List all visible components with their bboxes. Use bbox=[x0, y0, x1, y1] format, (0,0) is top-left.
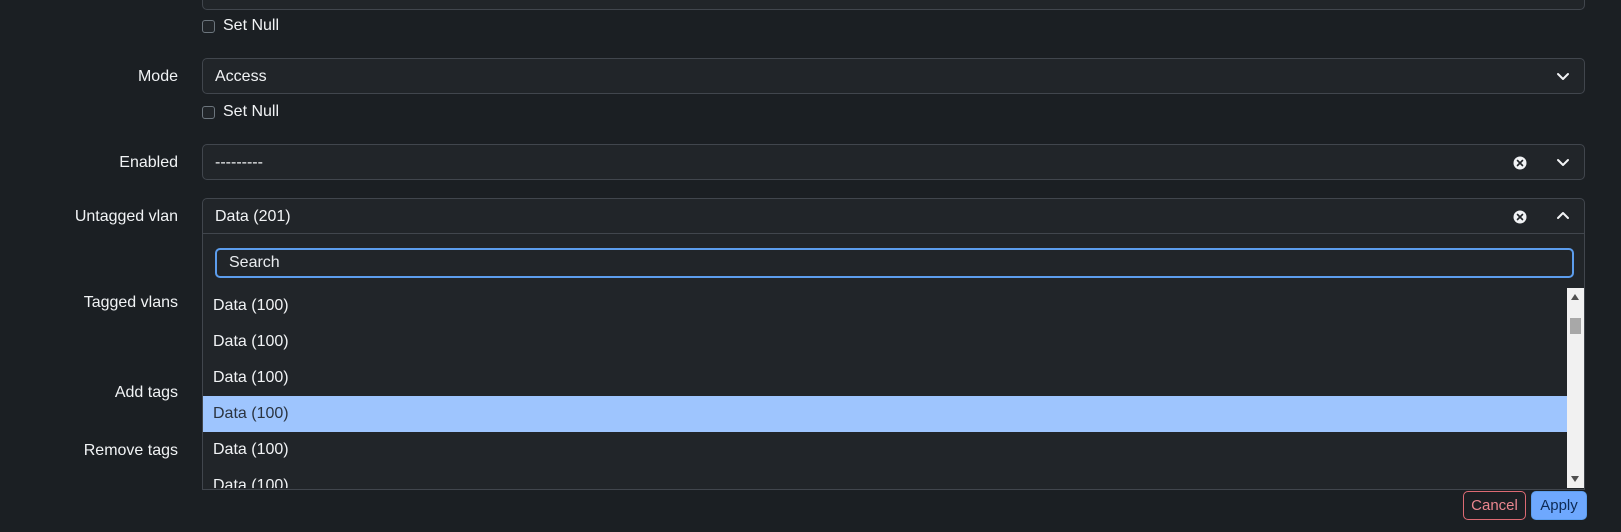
set-null-row-top[interactable]: Set Null bbox=[202, 16, 279, 36]
enabled-label: Enabled bbox=[119, 154, 178, 171]
add-tags-label: Add tags bbox=[114, 384, 178, 401]
apply-button[interactable]: Apply bbox=[1531, 491, 1587, 520]
clear-icon[interactable] bbox=[1513, 156, 1527, 170]
untagged-vlan-dropdown: Data (100) Data (100) Data (100) Data (1… bbox=[202, 234, 1585, 490]
chevron-down-icon bbox=[1557, 159, 1569, 166]
mode-select[interactable]: Access bbox=[202, 58, 1585, 94]
scroll-down-arrow-icon[interactable] bbox=[1571, 476, 1579, 482]
untagged-vlan-select[interactable]: Data (201) bbox=[202, 198, 1585, 234]
cancel-button[interactable]: Cancel bbox=[1463, 491, 1526, 520]
scrollbar[interactable] bbox=[1567, 288, 1584, 488]
list-item[interactable]: Data (100) bbox=[203, 432, 1569, 468]
chevron-down-icon bbox=[1557, 73, 1569, 80]
scroll-thumb[interactable] bbox=[1570, 318, 1581, 334]
untagged-vlan-label: Untagged vlan bbox=[74, 208, 178, 225]
set-null-checkbox[interactable] bbox=[202, 19, 215, 33]
scroll-up-arrow-icon[interactable] bbox=[1571, 294, 1579, 300]
enabled-select[interactable]: --------- bbox=[202, 144, 1585, 180]
clear-icon[interactable] bbox=[1513, 210, 1527, 224]
list-item[interactable]: Data (100) bbox=[203, 468, 1569, 488]
list-item[interactable]: Data (100) bbox=[203, 324, 1569, 360]
chevron-up-icon bbox=[1557, 212, 1569, 219]
tagged-vlans-label: Tagged vlans bbox=[83, 294, 178, 311]
list-item[interactable]: Data (100) bbox=[203, 360, 1569, 396]
options-list: Data (100) Data (100) Data (100) Data (1… bbox=[203, 288, 1569, 488]
mode-value: Access bbox=[215, 68, 267, 85]
search-input[interactable] bbox=[215, 248, 1574, 278]
set-null-label: Set Null bbox=[223, 17, 280, 34]
previous-field-select[interactable] bbox=[202, 0, 1585, 10]
list-item-highlighted[interactable]: Data (100) bbox=[203, 396, 1569, 432]
untagged-vlan-value: Data (201) bbox=[215, 208, 291, 225]
mode-label: Mode bbox=[137, 68, 178, 85]
enabled-value: --------- bbox=[215, 154, 263, 171]
list-item[interactable]: Data (100) bbox=[203, 288, 1569, 324]
set-null-label: Set Null bbox=[223, 103, 280, 120]
set-null-row-mode[interactable]: Set Null bbox=[202, 102, 279, 122]
set-null-checkbox[interactable] bbox=[202, 105, 215, 119]
remove-tags-label: Remove tags bbox=[83, 442, 178, 459]
